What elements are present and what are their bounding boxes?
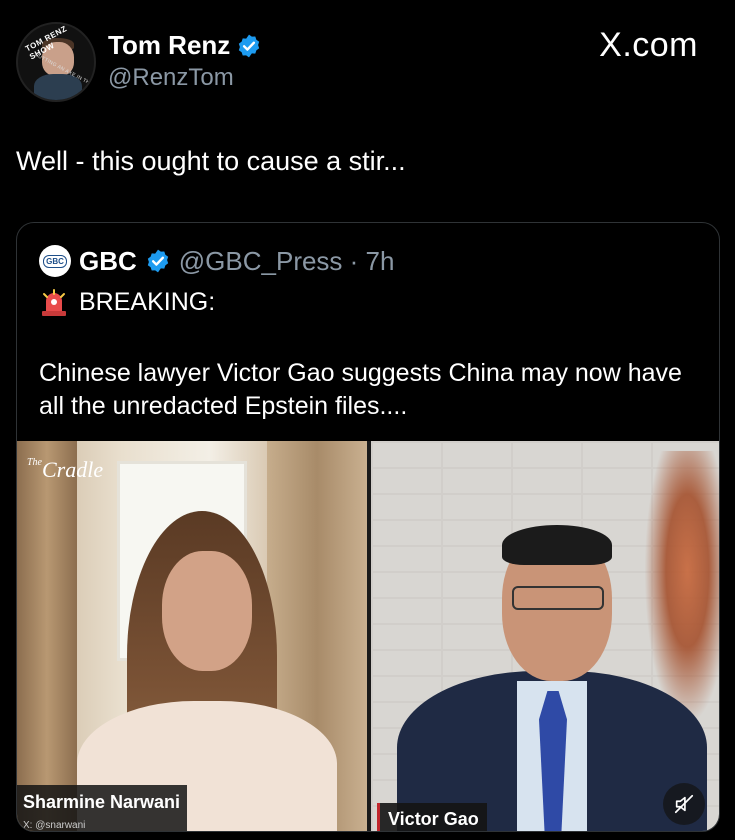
quoted-author-name[interactable]: GBC (79, 246, 137, 277)
video-left-panel (17, 441, 367, 831)
quoted-tweet-card[interactable]: GBC GBC @GBC_Press · 7h BREAKING: Chines… (16, 222, 720, 832)
speaker-left-face (162, 551, 252, 671)
quoted-avatar[interactable]: GBC (39, 245, 71, 277)
tweet-text: Well - this ought to cause a stir... (16, 146, 406, 176)
author-handle[interactable]: @RenzTom (108, 64, 234, 92)
speaker-right-hair (502, 525, 612, 565)
left-speaker-handle: X: @snarwani (17, 819, 187, 831)
breaking-label: BREAKING: (79, 287, 216, 316)
author-name-row: Tom Renz (108, 30, 262, 61)
quoted-header: GBC GBC @GBC_Press · 7h (39, 245, 394, 277)
breaking-line: BREAKING: (39, 287, 215, 317)
curtain-left (17, 441, 77, 831)
right-speaker-label: Victor Gao (377, 803, 487, 831)
siren-icon (42, 289, 66, 316)
author-avatar[interactable]: TOM RENZ SHOW PUTTING AN AXE IN THE SKUL… (16, 22, 96, 102)
tweet-header: TOM RENZ SHOW PUTTING AN AXE IN THE SKUL… (0, 0, 735, 120)
quoted-avatar-label: GBC (43, 254, 67, 268)
quoted-text: Chinese lawyer Victor Gao suggests China… (39, 359, 682, 420)
watermark-prefix: The (27, 457, 42, 468)
speaker-right-glasses (512, 586, 604, 610)
quoted-video[interactable]: TheCradle Sharmine Narwani X: @snarwani … (17, 441, 719, 831)
verified-badge-icon (147, 249, 168, 273)
left-speaker-label: Sharmine Narwani (17, 785, 187, 819)
quoted-author-handle[interactable]: @GBC_Press · 7h (179, 246, 395, 277)
mute-icon (674, 794, 694, 814)
verified-badge-icon (239, 34, 260, 57)
watermark-text: Cradle (42, 457, 104, 482)
author-display-name[interactable]: Tom Renz (108, 30, 230, 61)
video-watermark: TheCradle (27, 457, 103, 483)
mute-button[interactable] (663, 783, 705, 825)
source-label: X.com (599, 26, 698, 64)
